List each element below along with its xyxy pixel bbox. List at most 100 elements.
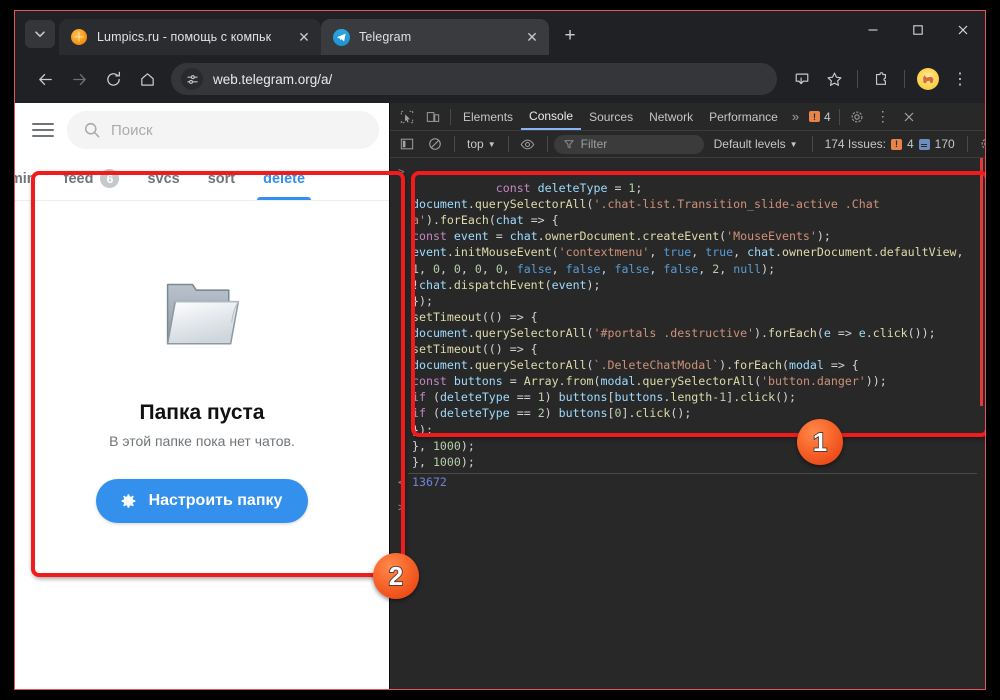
orange-fruit-icon	[71, 28, 87, 45]
folder-tab-feed[interactable]: feed 6	[50, 157, 134, 200]
devtools-close-button[interactable]	[896, 104, 922, 130]
error-count-indicator[interactable]: ! 4	[805, 110, 835, 124]
live-expression-button[interactable]	[515, 131, 541, 157]
back-button[interactable]	[29, 63, 61, 95]
devtools-more-button[interactable]: ⋮	[870, 104, 896, 130]
divider	[811, 136, 813, 152]
tune-icon	[186, 74, 198, 84]
bookmark-button[interactable]	[819, 64, 849, 94]
gear-icon	[121, 494, 135, 508]
log-levels-select[interactable]: Default levels ▼	[706, 137, 806, 151]
reload-button[interactable]	[97, 63, 129, 95]
new-tab-button[interactable]: +	[556, 22, 584, 50]
devtools-settings-button[interactable]	[844, 104, 870, 130]
tab-close-button[interactable]: ✕	[295, 28, 313, 46]
page-content: Поиск dmin feed 6 svcs sort	[15, 103, 985, 689]
console-filter-input[interactable]: Filter	[553, 134, 704, 154]
maximize-icon	[912, 25, 923, 35]
folder-tab-label: sort	[207, 170, 236, 187]
error-icon: !	[809, 111, 821, 122]
folder-tab-sort[interactable]: sort	[194, 157, 249, 200]
inspect-element-button[interactable]	[394, 104, 420, 130]
console-command-entry[interactable]: > const deleteType = 1; document.querySel…	[390, 164, 985, 470]
install-icon	[795, 73, 809, 85]
url-text: web.telegram.org/a/	[213, 71, 333, 87]
tab-elements[interactable]: Elements	[455, 103, 521, 130]
home-button[interactable]	[131, 63, 163, 95]
issues-indicator[interactable]: 174 Issues: ! 4 170	[819, 137, 961, 151]
maximize-button[interactable]	[895, 11, 940, 49]
console-settings-button[interactable]	[974, 131, 985, 157]
device-toolbar-icon	[426, 111, 440, 122]
folder-tab-admin[interactable]: dmin	[15, 157, 50, 200]
tab-favicon-lumpics	[71, 28, 88, 46]
folder-tab-label: delete	[263, 170, 306, 187]
clear-console-icon	[429, 138, 441, 150]
configure-folder-button[interactable]: Настроить папку	[95, 479, 309, 523]
empty-folder-title: Папка пуста	[139, 401, 265, 424]
search-input[interactable]: Поиск	[67, 111, 379, 149]
divider	[450, 108, 451, 125]
tab-strip: Lumpics.ru - помощь с компьк ✕ Telegram …	[15, 11, 985, 55]
execution-context-value: top	[467, 137, 484, 151]
search-icon	[84, 122, 100, 138]
forward-button[interactable]	[63, 63, 95, 95]
issues-label: 174 Issues:	[824, 137, 886, 151]
log-levels-value: Default levels	[713, 137, 786, 151]
tab-network[interactable]: Network	[641, 103, 701, 130]
empty-folder-state: Папка пуста В этой папке пока нет чатов.…	[15, 201, 389, 689]
clear-console-button[interactable]	[422, 131, 448, 157]
home-icon	[140, 72, 154, 86]
tab-console[interactable]: Console	[521, 103, 582, 130]
folder-tab-delete[interactable]: delete	[249, 157, 319, 200]
minimize-button[interactable]	[850, 11, 895, 49]
divider	[507, 136, 509, 152]
console-input-prompt[interactable]: >	[390, 499, 985, 516]
console-return-value: < 13672	[390, 474, 985, 491]
extensions-icon	[876, 72, 886, 85]
tab-search-button[interactable]	[25, 20, 55, 48]
execution-context-select[interactable]: top ▼	[461, 137, 502, 151]
browser-window: Lumpics.ru - помощь с компьк ✕ Telegram …	[14, 10, 986, 690]
address-bar[interactable]: web.telegram.org/a/	[171, 63, 777, 95]
eye-icon	[520, 139, 535, 149]
folder-tab-svcs[interactable]: svcs	[133, 157, 193, 200]
window-controls	[850, 11, 985, 49]
tab-performance[interactable]: Performance	[701, 103, 786, 130]
folder-tab-label: feed	[63, 170, 94, 187]
console-sidebar-button[interactable]	[394, 131, 420, 157]
divider	[838, 108, 840, 125]
console-sidebar-icon	[400, 138, 414, 150]
divider	[857, 70, 858, 88]
omnibox-toolbar: web.telegram.org/a/ ⋮	[15, 55, 985, 103]
arrow-left-icon	[38, 73, 52, 85]
extensions-button[interactable]	[866, 64, 896, 94]
tab-close-button[interactable]: ✕	[523, 28, 541, 46]
star-icon	[827, 72, 841, 86]
console-subtoolbar: top ▼ Filter Default levels ▼ 174 Issues…	[390, 131, 985, 158]
divider	[546, 136, 548, 152]
folder-tabs: dmin feed 6 svcs sort delete	[15, 157, 389, 201]
hamburger-icon[interactable]	[29, 116, 57, 144]
site-settings-button[interactable]	[181, 68, 203, 90]
close-window-button[interactable]	[940, 11, 985, 49]
search-placeholder: Поиск	[111, 121, 153, 139]
browser-tab-lumpics[interactable]: Lumpics.ru - помощь с компьк ✕	[59, 19, 321, 55]
telegram-icon	[333, 28, 350, 46]
console-output[interactable]: > const deleteType = 1; document.querySel…	[390, 158, 985, 689]
telegram-web-app: Поиск dmin feed 6 svcs sort	[15, 103, 389, 689]
browser-menu-button[interactable]: ⋮	[945, 64, 975, 94]
device-toolbar-button[interactable]	[420, 104, 446, 130]
tab-favicon-telegram	[333, 28, 350, 46]
chevron-down-icon	[35, 31, 45, 37]
more-tabs-button[interactable]: »	[786, 109, 805, 124]
omnibox-actions: ⋮	[787, 64, 975, 94]
install-app-button[interactable]	[787, 64, 817, 94]
browser-tab-telegram[interactable]: Telegram ✕	[321, 19, 549, 55]
profile-button[interactable]	[913, 64, 943, 94]
folder-tab-label: dmin	[15, 170, 36, 187]
tab-sources[interactable]: Sources	[581, 103, 641, 130]
chevron-down-icon: ▼	[789, 139, 798, 149]
empty-folder-subtitle: В этой папке пока нет чатов.	[109, 433, 295, 449]
issues-message-count: 170	[934, 137, 955, 151]
